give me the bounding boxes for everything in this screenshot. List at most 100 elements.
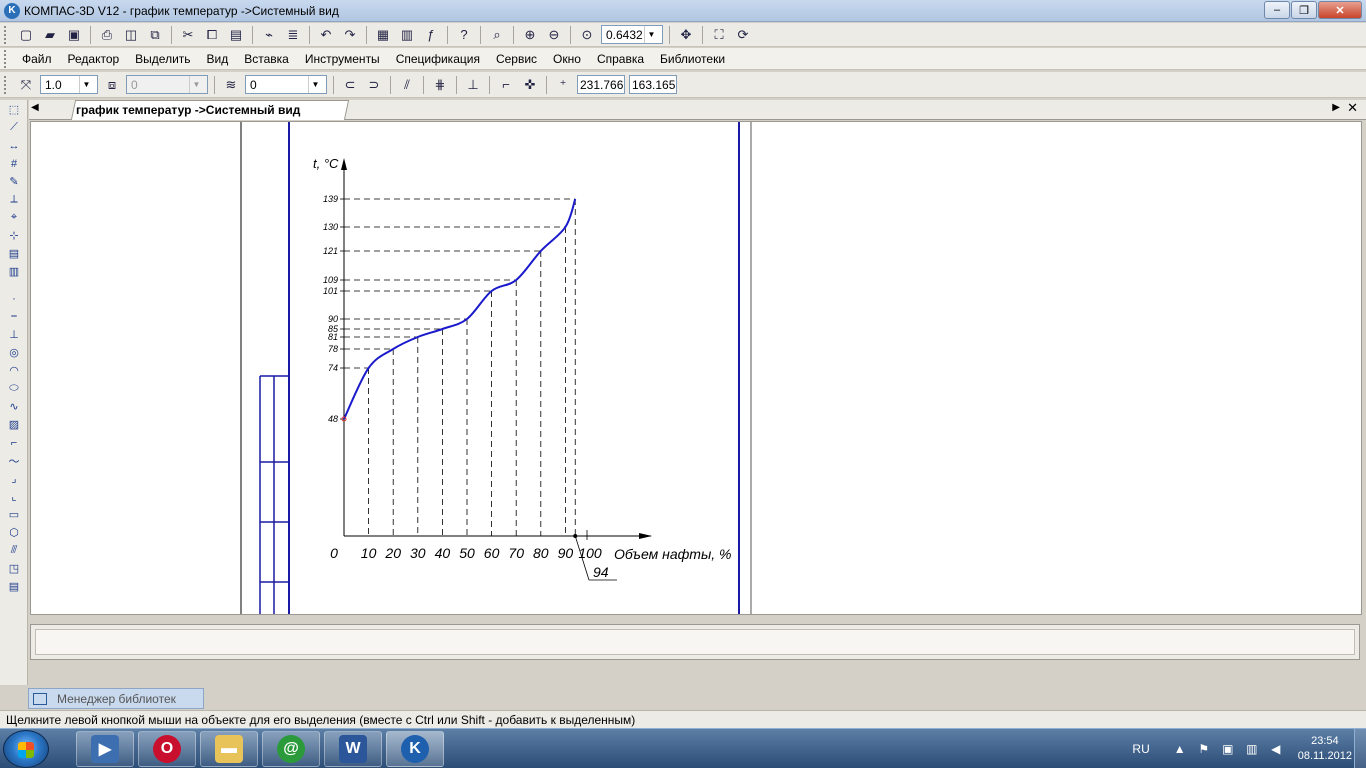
chevron-down-icon[interactable]: ▼ xyxy=(189,76,203,93)
local-cs-icon[interactable]: ⤧ xyxy=(15,75,37,95)
network-alert-icon[interactable]: ⚑ xyxy=(1197,742,1211,756)
menu-insert[interactable]: Вставка xyxy=(236,52,297,66)
geometry-icon[interactable]: ⟋ xyxy=(3,119,25,136)
auxiliary-line-icon[interactable]: ⊥ xyxy=(3,326,25,343)
taskbar-word[interactable]: W xyxy=(324,731,382,767)
new-document-icon[interactable]: ▢ xyxy=(15,25,37,45)
layer-icon[interactable]: ⧈ xyxy=(101,75,123,95)
ellipse-icon[interactable]: ⬭ xyxy=(3,380,25,397)
show-desktop-button[interactable] xyxy=(1354,729,1366,768)
layer-field[interactable]: 0 ▼ xyxy=(126,75,208,94)
network-icon[interactable]: ▥ xyxy=(1245,742,1259,756)
clock[interactable]: 23:54 08.11.2012 xyxy=(1298,734,1352,764)
open-folder-icon[interactable]: ▰ xyxy=(39,25,61,45)
ortho-icon[interactable]: ⫽ xyxy=(396,75,418,95)
format-brush-icon[interactable]: ⌁ xyxy=(258,25,280,45)
pan-icon[interactable]: ✥ xyxy=(675,25,697,45)
coordinates-icon[interactable]: ⁺ xyxy=(552,75,574,95)
coord-y-field[interactable]: 163.165 xyxy=(629,75,677,94)
reports-icon[interactable]: ▥ xyxy=(3,263,25,280)
library-icon[interactable]: ▥ xyxy=(396,25,418,45)
tab-scroll-left-icon[interactable]: ◀ xyxy=(31,102,39,113)
menu-grip[interactable] xyxy=(4,49,10,68)
taskbar-kompas[interactable]: K xyxy=(386,731,444,767)
style-field[interactable]: 0 ▼ xyxy=(245,75,327,94)
menu-view[interactable]: Вид xyxy=(199,52,237,66)
menu-select[interactable]: Выделить xyxy=(127,52,198,66)
menu-specification[interactable]: Спецификация xyxy=(388,52,488,66)
device-icon[interactable]: ▣ xyxy=(1221,742,1235,756)
taskbar-media-player[interactable]: ▶ xyxy=(76,731,134,767)
cursor-step-icon[interactable]: ✜ xyxy=(519,75,541,95)
rectangle-icon[interactable]: ▭ xyxy=(3,506,25,523)
undo-icon[interactable]: ↶ xyxy=(315,25,337,45)
chamfer-icon[interactable]: ⌟ xyxy=(3,470,25,487)
zoom-field[interactable]: 0.6432 ▼ xyxy=(601,25,663,44)
text-icon[interactable]: ▤ xyxy=(3,578,25,595)
zoom-window-icon[interactable]: ⌕ xyxy=(486,25,508,45)
menu-file[interactable]: Файл xyxy=(14,52,60,66)
manager-icon[interactable]: ▦ xyxy=(372,25,394,45)
toolbar-grip[interactable] xyxy=(4,25,10,44)
language-indicator[interactable]: RU xyxy=(1132,742,1149,756)
taskbar-explorer[interactable]: ▬ xyxy=(200,731,258,767)
drawing-canvas[interactable]: t, °C 48 74 78 81 85 90 101 109 121 130 139 0 10 20 30 4… xyxy=(30,121,1362,615)
edit-icon[interactable]: ✎ xyxy=(3,173,25,190)
library-manager-tab[interactable]: Менеджер библиотек xyxy=(28,688,204,709)
coord-x-field[interactable]: 231.766 xyxy=(577,75,625,94)
tab-close-icon[interactable]: ✕ xyxy=(1347,100,1358,116)
export-icon[interactable]: ⧉ xyxy=(144,25,166,45)
chevron-down-icon[interactable]: ▼ xyxy=(308,76,322,93)
save-icon[interactable]: ▣ xyxy=(63,25,85,45)
spline-icon[interactable]: 〜 xyxy=(3,452,25,469)
zoom-out-icon[interactable]: ⊖ xyxy=(543,25,565,45)
close-button[interactable]: ✕ xyxy=(1318,1,1362,19)
select-tool-icon[interactable]: ⬚ xyxy=(3,101,25,118)
segment-icon[interactable]: ⎯ xyxy=(3,308,25,325)
show-hidden-icons-icon[interactable]: ▲ xyxy=(1173,742,1187,756)
grid-icon[interactable]: ⋕ xyxy=(429,75,451,95)
zoom-scale-icon[interactable]: ⊙ xyxy=(576,25,598,45)
minimize-button[interactable]: – xyxy=(1264,1,1290,19)
axis-icon[interactable]: ⊥ xyxy=(462,75,484,95)
menu-libraries[interactable]: Библиотеки xyxy=(652,52,733,66)
measure-icon[interactable]: ⌖ xyxy=(3,209,25,226)
menu-tools[interactable]: Инструменты xyxy=(297,52,388,66)
contour-icon[interactable]: ◳ xyxy=(3,560,25,577)
scale-field[interactable]: 1.0 ▼ xyxy=(40,75,98,94)
paste-icon[interactable]: ▤ xyxy=(225,25,247,45)
circle-icon[interactable]: ◎ xyxy=(3,344,25,361)
show-all-icon[interactable]: ⛶ xyxy=(708,25,730,45)
fillet-icon[interactable]: ⌞ xyxy=(3,488,25,505)
symbols-icon[interactable]: # xyxy=(3,155,25,172)
print-preview-icon[interactable]: ◫ xyxy=(120,25,142,45)
menu-editor[interactable]: Редактор xyxy=(60,52,128,66)
layers-stack-icon[interactable]: ≋ xyxy=(220,75,242,95)
toolbar-grip[interactable] xyxy=(4,75,10,94)
refresh-icon[interactable]: ⟳ xyxy=(732,25,754,45)
polyline-icon[interactable]: ⌐ xyxy=(3,434,25,451)
zoom-in-icon[interactable]: ⊕ xyxy=(519,25,541,45)
help-pointer-icon[interactable]: ? xyxy=(453,25,475,45)
arc-icon[interactable]: ◠ xyxy=(3,362,25,379)
snap-off-icon[interactable]: ⊃ xyxy=(363,75,385,95)
print-icon[interactable]: ⎙ xyxy=(96,25,118,45)
volume-icon[interactable]: ◀ xyxy=(1269,742,1283,756)
variables-fx-icon[interactable]: ƒ xyxy=(420,25,442,45)
copy-icon[interactable]: ⧠ xyxy=(201,25,223,45)
chevron-down-icon[interactable]: ▼ xyxy=(79,76,93,93)
command-line[interactable] xyxy=(35,629,1355,655)
taskbar-mail-agent[interactable]: @ xyxy=(262,731,320,767)
menu-window[interactable]: Окно xyxy=(545,52,589,66)
menu-service[interactable]: Сервис xyxy=(488,52,545,66)
point-icon[interactable]: · xyxy=(3,290,25,307)
dimensions-icon[interactable]: ↔ xyxy=(3,137,25,154)
menu-help[interactable]: Справка xyxy=(589,52,652,66)
equidistant-icon[interactable]: ⫻ xyxy=(3,542,25,559)
parametrize-icon[interactable]: ⟂ xyxy=(3,191,25,208)
maximize-button[interactable]: ❐ xyxy=(1291,1,1317,19)
snap-magnet-icon[interactable]: ⊂ xyxy=(339,75,361,95)
spec-icon[interactable]: ▤ xyxy=(3,245,25,262)
properties-icon[interactable]: ≣ xyxy=(282,25,304,45)
cut-icon[interactable]: ✂ xyxy=(177,25,199,45)
